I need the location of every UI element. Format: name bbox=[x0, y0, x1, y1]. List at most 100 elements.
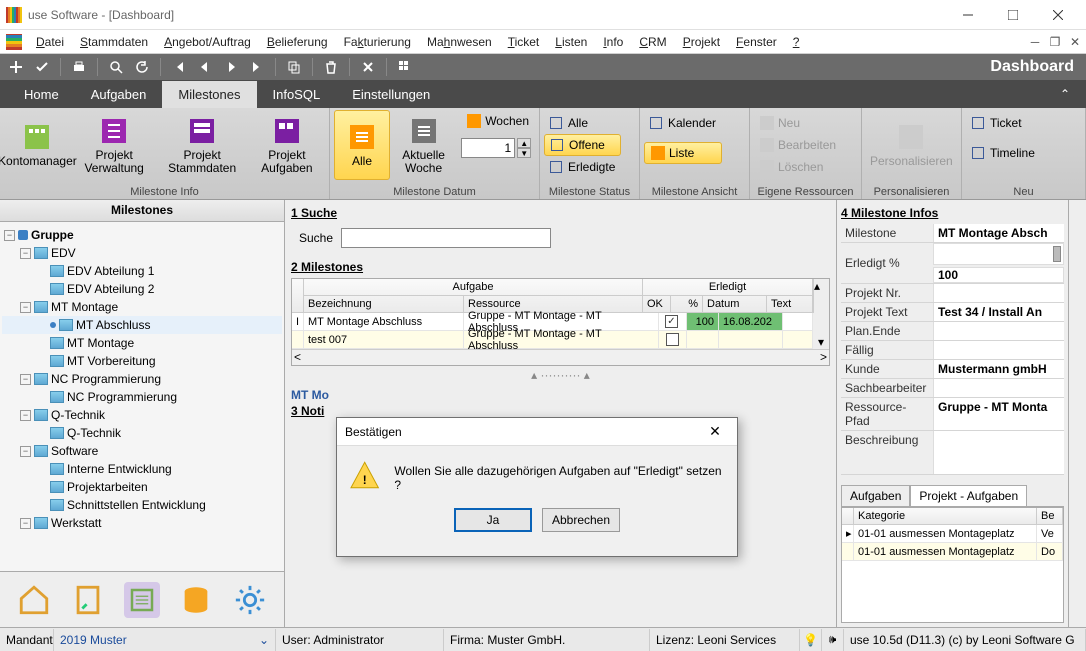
menu-help[interactable]: ? bbox=[787, 33, 806, 51]
menu-listen[interactable]: Listen bbox=[549, 33, 593, 51]
spin-up-icon[interactable]: ▲ bbox=[517, 138, 531, 148]
ok-checkbox[interactable] bbox=[665, 315, 678, 328]
ansicht-kalender-button[interactable]: Kalender bbox=[644, 112, 722, 134]
clipboard-icon[interactable] bbox=[70, 582, 106, 618]
milestones-grid[interactable]: Aufgabe BezeichnungRessource Erledigt OK… bbox=[291, 278, 830, 366]
projekt-aufgaben-button[interactable]: Projekt Aufgaben bbox=[249, 110, 325, 180]
cancel-icon[interactable] bbox=[356, 56, 380, 78]
tab-infosql[interactable]: InfoSQL bbox=[257, 81, 337, 108]
audio-icon[interactable]: 🕪 bbox=[822, 629, 844, 651]
mdi-close-button[interactable]: ✕ bbox=[1066, 33, 1084, 51]
menu-crm[interactable]: CRM bbox=[633, 33, 672, 51]
database-icon[interactable] bbox=[178, 582, 214, 618]
tree-item-selected[interactable]: MT Abschluss bbox=[2, 316, 282, 334]
ansicht-liste-button[interactable]: Liste bbox=[644, 142, 722, 164]
tab-einstellungen[interactable]: Einstellungen bbox=[336, 81, 446, 108]
search-icon[interactable] bbox=[104, 56, 128, 78]
neu-ticket-button[interactable]: Ticket bbox=[966, 112, 1041, 134]
spin-down-icon[interactable]: ▼ bbox=[517, 148, 531, 158]
ok-checkbox[interactable] bbox=[666, 333, 679, 346]
abbrechen-button[interactable]: Abbrechen bbox=[542, 508, 620, 532]
res-bearbeiten-button[interactable]: Bearbeiten bbox=[754, 134, 842, 156]
ribbon-collapse-icon[interactable]: ⌃ bbox=[1052, 83, 1078, 105]
ja-button[interactable]: Ja bbox=[454, 508, 532, 532]
expand-icon[interactable]: − bbox=[20, 518, 31, 529]
scroll-up-icon[interactable]: ▴ bbox=[813, 279, 829, 313]
menu-mahnwesen[interactable]: Mahnwesen bbox=[421, 33, 498, 51]
status-bar: Mandant 2019 Muster⌄ User: Administrator… bbox=[0, 627, 1086, 651]
check-icon[interactable] bbox=[30, 56, 54, 78]
tab-home[interactable]: Home bbox=[8, 81, 75, 108]
menu-datei[interactable]: Datei bbox=[30, 33, 70, 51]
rtab-aufgaben[interactable]: Aufgaben bbox=[841, 485, 910, 506]
list-icon[interactable] bbox=[124, 582, 160, 618]
neu-timeline-button[interactable]: Timeline bbox=[966, 142, 1041, 164]
milestone-tree[interactable]: −Gruppe −EDV EDV Abteilung 1 EDV Abteilu… bbox=[0, 222, 284, 571]
first-icon[interactable] bbox=[167, 56, 191, 78]
kontomanager-button[interactable]: Kontomanager bbox=[4, 110, 71, 180]
folder-icon bbox=[50, 265, 64, 277]
print-icon[interactable] bbox=[67, 56, 91, 78]
home-icon[interactable] bbox=[16, 582, 52, 618]
menu-belieferung[interactable]: Belieferung bbox=[261, 33, 334, 51]
menu-fakturierung[interactable]: Fakturierung bbox=[338, 33, 417, 51]
status-alle-button[interactable]: Alle bbox=[544, 112, 621, 134]
table-row[interactable]: ▸01-01 ausmessen MontageplatzVe bbox=[842, 525, 1063, 543]
menu-fenster[interactable]: Fenster bbox=[730, 33, 783, 51]
projekt-verwaltung-button[interactable]: Projekt Verwaltung bbox=[73, 110, 156, 180]
status-erledigte-button[interactable]: Erledigte bbox=[544, 156, 621, 178]
res-loeschen-button[interactable]: Löschen bbox=[754, 156, 842, 178]
menu-info[interactable]: Info bbox=[597, 33, 629, 51]
main-area: Milestones −Gruppe −EDV EDV Abteilung 1 … bbox=[0, 200, 1086, 627]
right-scrollbar[interactable] bbox=[1068, 200, 1086, 627]
mdi-minimize-button[interactable]: ─ bbox=[1026, 33, 1044, 51]
maximize-button[interactable] bbox=[990, 0, 1035, 30]
menu-ticket[interactable]: Ticket bbox=[502, 33, 546, 51]
table-row[interactable]: test 007 Gruppe - MT Montage - MT Abschl… bbox=[292, 331, 829, 349]
menu-projekt[interactable]: Projekt bbox=[677, 33, 726, 51]
personalisieren-button[interactable]: Personalisieren bbox=[866, 110, 957, 180]
status-offene-button[interactable]: Offene bbox=[544, 134, 621, 156]
delete-icon[interactable] bbox=[319, 56, 343, 78]
prev-icon[interactable] bbox=[193, 56, 217, 78]
splitter-handle[interactable]: ▴ ·········· ▴ bbox=[291, 368, 830, 382]
res-neu-button[interactable]: Neu bbox=[754, 112, 842, 134]
menu-stammdaten[interactable]: Stammdaten bbox=[74, 33, 154, 51]
expand-icon[interactable]: − bbox=[20, 446, 31, 457]
grid-icon[interactable] bbox=[393, 56, 417, 78]
menu-angebot[interactable]: Angebot/Auftrag bbox=[158, 33, 257, 51]
aktuelle-woche-button[interactable]: Aktuelle Woche bbox=[392, 110, 455, 180]
minimize-button[interactable] bbox=[945, 0, 990, 30]
projekt-stammdaten-button[interactable]: Projekt Stammdaten bbox=[158, 110, 247, 180]
section-mtmo: MT Mo bbox=[291, 388, 830, 402]
section-noti: 3 Noti bbox=[291, 404, 830, 418]
scroll-down-icon[interactable]: ▾ bbox=[813, 331, 829, 349]
tab-aufgaben[interactable]: Aufgaben bbox=[75, 81, 163, 108]
folder-icon bbox=[50, 355, 64, 367]
expand-icon[interactable]: − bbox=[20, 248, 31, 259]
alle-button[interactable]: Alle bbox=[334, 110, 390, 180]
rtab-projekt-aufgaben[interactable]: Projekt - Aufgaben bbox=[910, 485, 1027, 506]
last-icon[interactable] bbox=[245, 56, 269, 78]
search-input[interactable] bbox=[341, 228, 551, 248]
close-button[interactable] bbox=[1035, 0, 1080, 30]
bulb-icon[interactable]: 💡 bbox=[800, 629, 822, 651]
expand-icon[interactable]: − bbox=[20, 374, 31, 385]
dialog-close-button[interactable]: ✕ bbox=[701, 421, 729, 443]
erledigt-slider[interactable] bbox=[933, 243, 1064, 265]
bullet-icon bbox=[50, 322, 56, 328]
folder-icon bbox=[34, 409, 48, 421]
mdi-restore-button[interactable]: ❐ bbox=[1046, 33, 1064, 51]
copy-icon[interactable] bbox=[282, 56, 306, 78]
expand-icon[interactable]: − bbox=[20, 302, 31, 313]
new-icon[interactable] bbox=[4, 56, 28, 78]
table-row[interactable]: 01-01 ausmessen MontageplatzDo bbox=[842, 543, 1063, 561]
mandant-dropdown[interactable]: 2019 Muster⌄ bbox=[54, 629, 276, 651]
next-icon[interactable] bbox=[219, 56, 243, 78]
gear-icon[interactable] bbox=[232, 582, 268, 618]
expand-icon[interactable]: − bbox=[20, 410, 31, 421]
wochen-input[interactable] bbox=[461, 138, 515, 158]
expand-icon[interactable]: − bbox=[4, 230, 15, 241]
tab-milestones[interactable]: Milestones bbox=[162, 81, 256, 108]
refresh-icon[interactable] bbox=[130, 56, 154, 78]
